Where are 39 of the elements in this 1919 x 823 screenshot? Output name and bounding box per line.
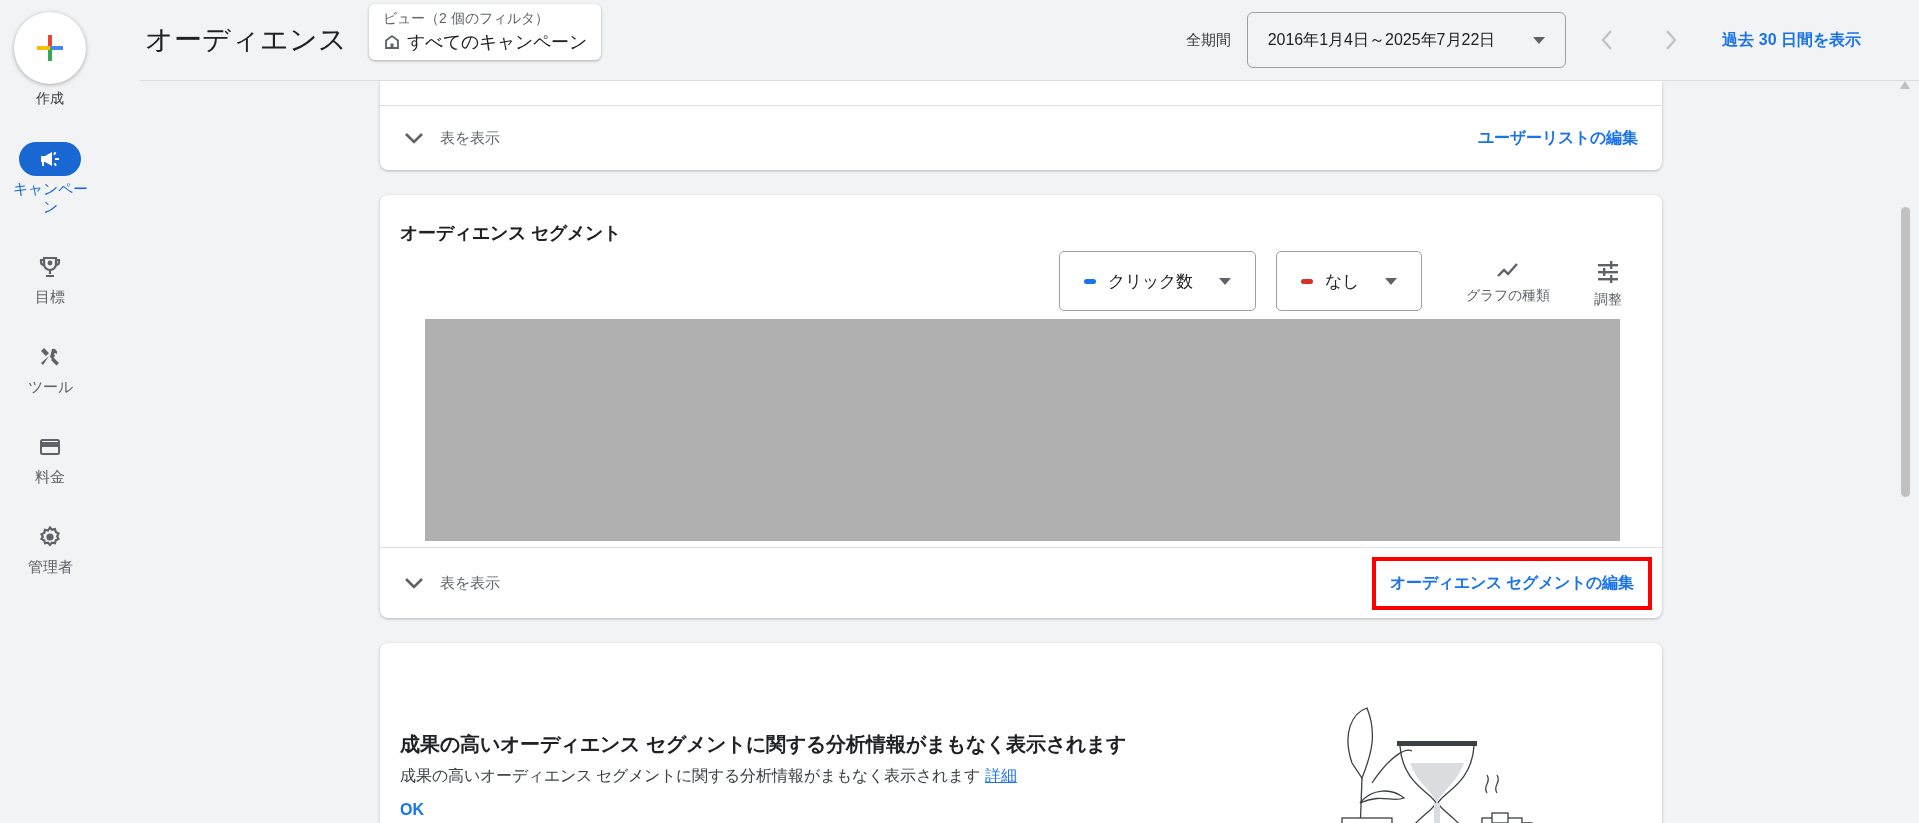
caret-icon xyxy=(1385,277,1397,285)
create-label: 作成 xyxy=(36,90,64,108)
date-range-dropdown[interactable]: 2016年1月4日～2025年7月22日 xyxy=(1246,12,1567,68)
edit-segments-link[interactable]: オーディエンス セグメントの編集 xyxy=(1371,556,1652,610)
chevron-down-icon xyxy=(404,577,424,589)
show-table-toggle[interactable]: 表を表示 xyxy=(404,128,500,148)
insight-description: 成果の高いオーディエンス セグメントに関する分析情報がまもなく表示されます 詳細 xyxy=(400,766,1018,786)
chevron-left-icon xyxy=(1600,29,1615,51)
insight-title: 成果の高いオーディエンス セグメントに関する分析情報がまもなく表示されます xyxy=(400,732,1126,757)
caret-icon xyxy=(1219,277,1231,285)
card-title: オーディエンス セグメント xyxy=(399,222,622,245)
adjust-button[interactable]: 調整 xyxy=(1594,251,1622,309)
last-30-days-link[interactable]: 過去 30 日間を表示 xyxy=(1722,29,1861,51)
chevron-down-icon xyxy=(404,132,424,144)
settings-icon xyxy=(38,525,62,549)
create-button[interactable] xyxy=(14,12,86,84)
show-table-toggle[interactable]: 表を表示 xyxy=(404,573,500,593)
metric-dropdown[interactable]: なし xyxy=(1276,251,1422,311)
scroll-up-icon[interactable] xyxy=(1900,81,1910,89)
chart-type-button[interactable]: グラフの種類 xyxy=(1466,251,1550,305)
line-chart-icon xyxy=(1496,261,1520,279)
tune-icon xyxy=(1596,261,1620,283)
home-icon xyxy=(383,33,401,51)
trophy-icon xyxy=(38,255,62,279)
chevron-right-icon xyxy=(1664,29,1679,51)
period-label: 全期間 xyxy=(1185,30,1231,50)
ok-button[interactable]: OK xyxy=(400,801,424,819)
nav-item[interactable]: 管理者 xyxy=(5,520,95,576)
metric-dropdown[interactable]: クリック数 xyxy=(1059,251,1256,311)
nav-item[interactable]: 目標 xyxy=(5,250,95,306)
edit-user-list-link[interactable]: ユーザーリストの編集 xyxy=(1478,127,1638,149)
page-title: オーディエンス xyxy=(145,23,347,57)
nav-item[interactable]: 料金 xyxy=(5,430,95,486)
details-link[interactable]: 詳細 xyxy=(984,767,1017,784)
view-selector[interactable]: ビュー（2 個のフィルタ） すべてのキャンペーン xyxy=(369,4,601,60)
nav-item[interactable]: ツール xyxy=(5,340,95,396)
nav-item[interactable]: キャンペーン xyxy=(5,142,95,216)
plus-icon xyxy=(35,33,65,63)
caret-icon xyxy=(1533,36,1546,44)
